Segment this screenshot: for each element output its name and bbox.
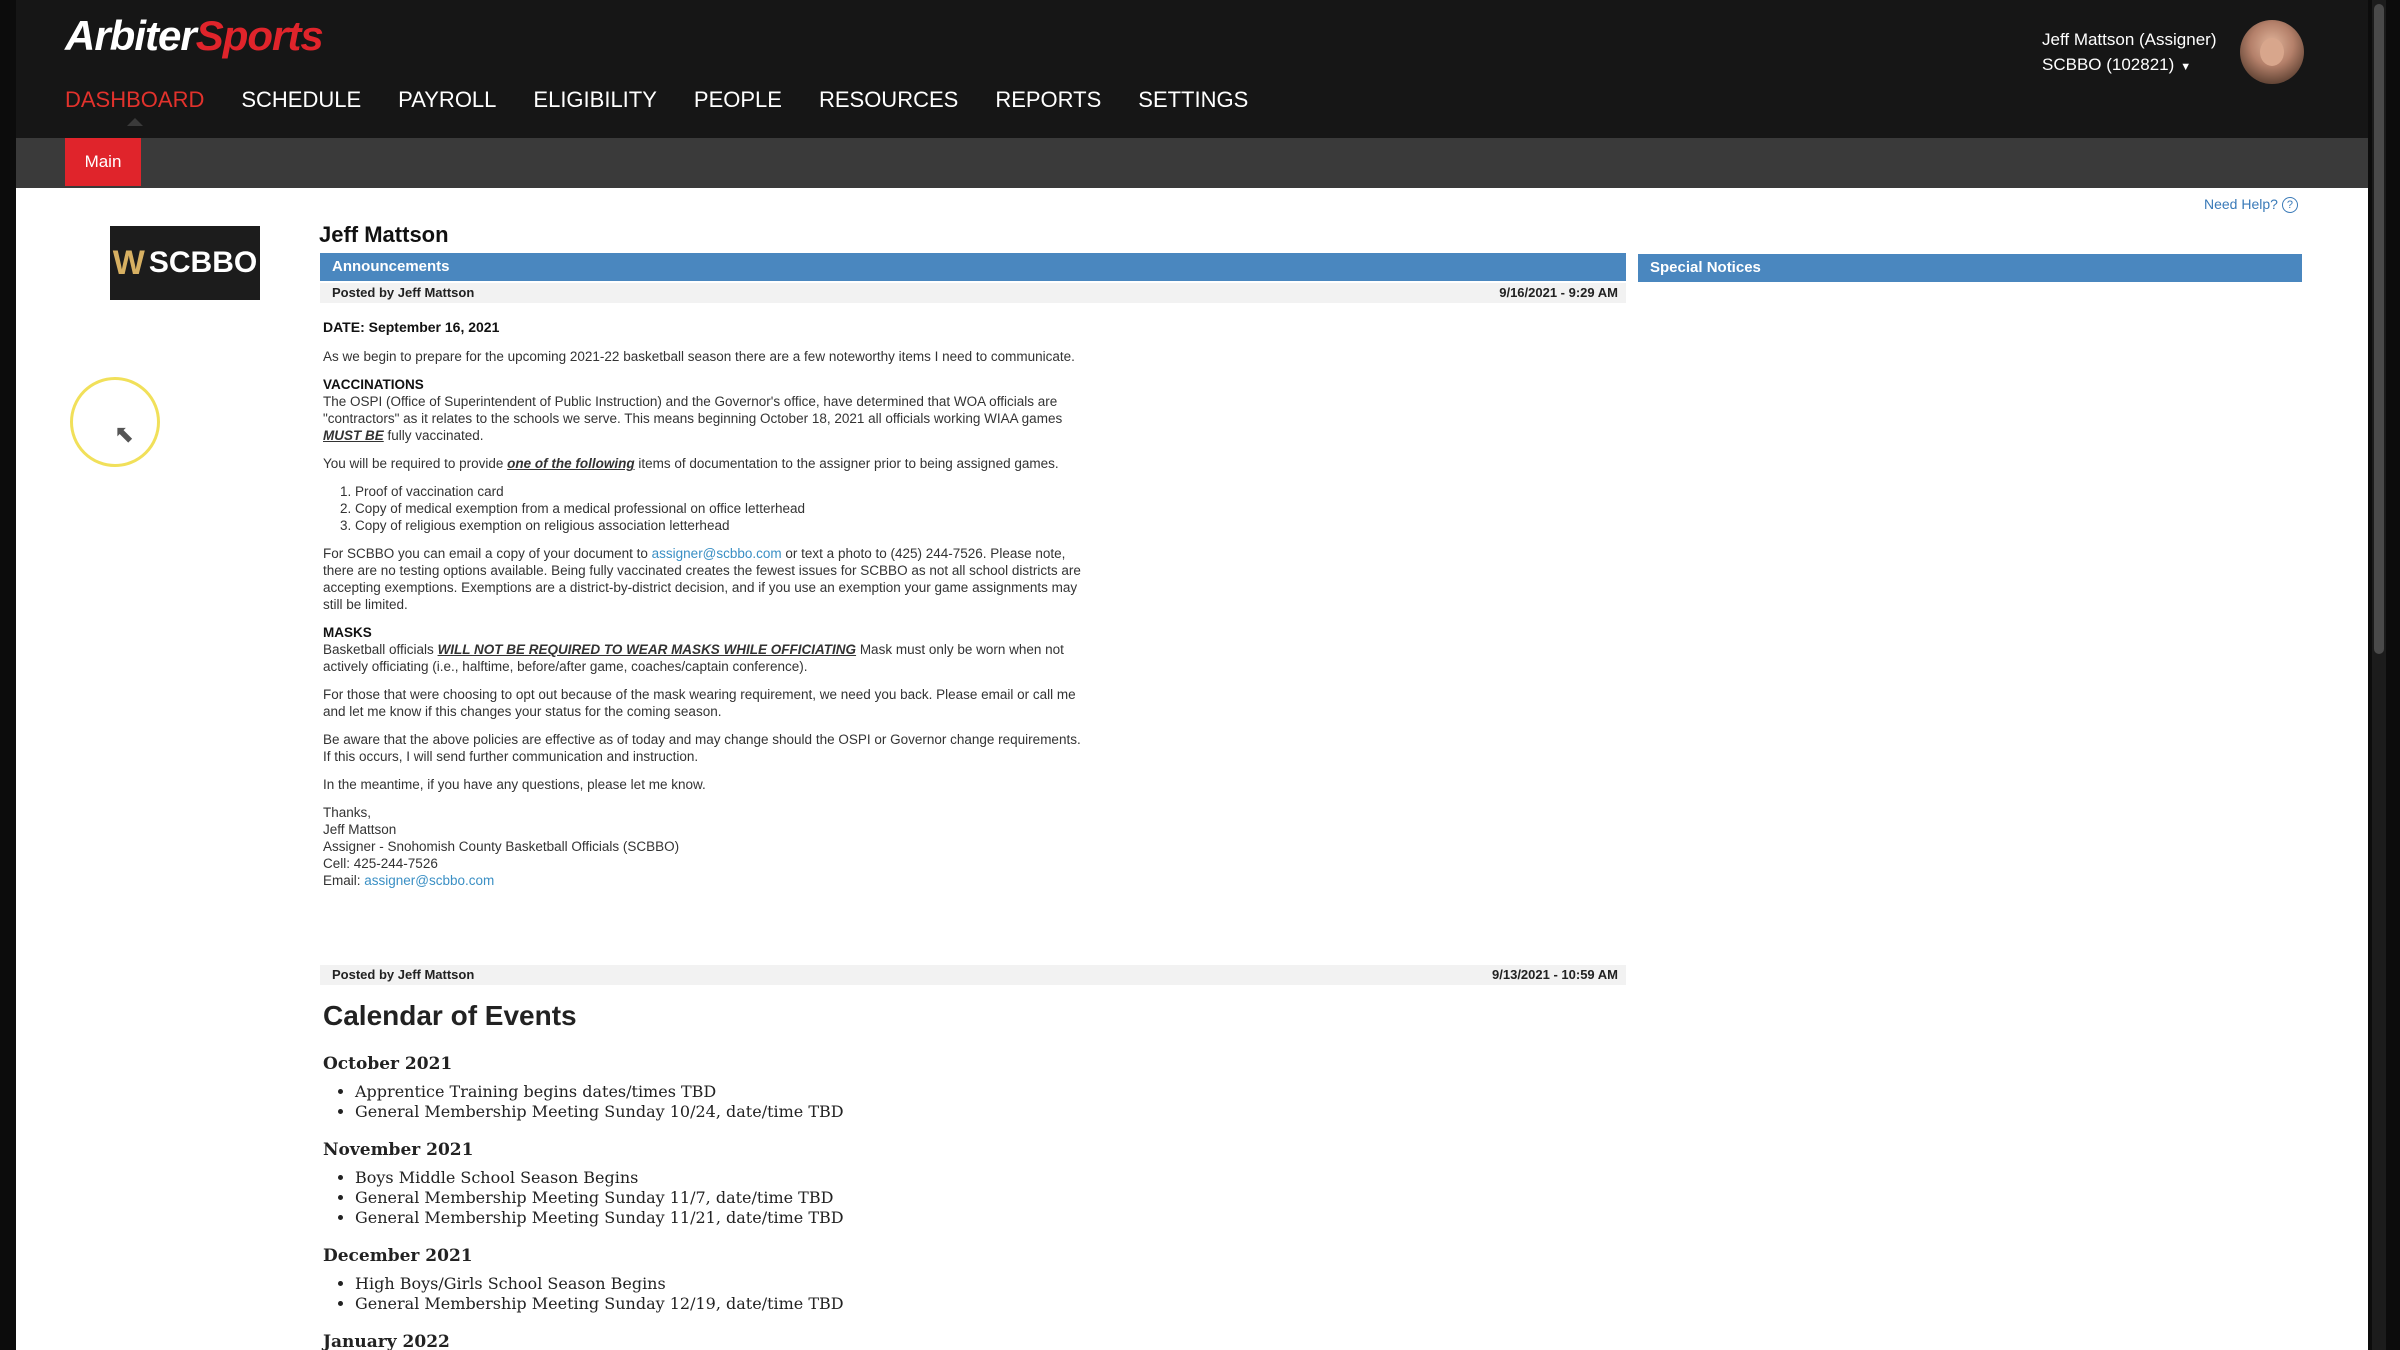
list-item: General Membership Meeting Sunday 11/7, … bbox=[355, 1188, 1523, 1208]
avatar-face bbox=[2260, 38, 2284, 66]
user-org: SCBBO (102821) bbox=[2042, 55, 2175, 74]
nav-reports[interactable]: REPORTS bbox=[995, 86, 1101, 126]
assigner-email-link[interactable]: assigner@scbbo.com bbox=[652, 546, 782, 561]
calendar-month: December 2021 bbox=[323, 1246, 473, 1266]
signature-email-link[interactable]: assigner@scbbo.com bbox=[364, 873, 494, 888]
vaccinations-heading: VACCINATIONS bbox=[323, 377, 424, 392]
need-help-link[interactable]: Need Help?? bbox=[2204, 196, 2298, 214]
nav-payroll[interactable]: PAYROLL bbox=[398, 86, 496, 126]
post-meta-bar: Posted by Jeff Mattson 9/16/2021 - 9:29 … bbox=[320, 283, 1626, 303]
documentation-list: Proof of vaccination card Copy of medica… bbox=[323, 483, 1085, 534]
list-item: Copy of religious exemption on religious… bbox=[355, 517, 1085, 534]
scrollbar-thumb[interactable] bbox=[2374, 4, 2384, 654]
calendar-of-events: Calendar of Events October 2021 Apprenti… bbox=[323, 1000, 1523, 1350]
announcement-body: DATE: September 16, 2021 As we begin to … bbox=[323, 319, 1085, 889]
vaccinations-text: The OSPI (Office of Superintendent of Pu… bbox=[323, 394, 1063, 443]
calendar-month: January 2022 bbox=[323, 1332, 450, 1350]
user-name: Jeff Mattson (Assigner) bbox=[2042, 30, 2217, 49]
list-item: General Membership Meeting Sunday 10/24,… bbox=[355, 1102, 1523, 1122]
list-item: General Membership Meeting Sunday 12/19,… bbox=[355, 1294, 1523, 1314]
post-date: 9/13/2021 - 10:59 AM bbox=[1492, 967, 1618, 982]
scbbo-logo: W SCBBO bbox=[110, 226, 260, 300]
nav-eligibility[interactable]: ELIGIBILITY bbox=[533, 86, 657, 126]
avatar[interactable] bbox=[2240, 20, 2304, 84]
main-nav: DASHBOARD SCHEDULE PAYROLL ELIGIBILITY P… bbox=[65, 86, 1285, 126]
question-icon: ? bbox=[2281, 197, 2298, 214]
list-item: General Membership Meeting Sunday 11/21,… bbox=[355, 1208, 1523, 1228]
documentation-text: You will be required to provide one of t… bbox=[323, 456, 1059, 471]
post-author: Posted by Jeff Mattson bbox=[332, 967, 475, 982]
post-author: Posted by Jeff Mattson bbox=[332, 285, 475, 300]
nav-people[interactable]: PEOPLE bbox=[694, 86, 782, 126]
nav-resources[interactable]: RESOURCES bbox=[819, 86, 958, 126]
nav-schedule[interactable]: SCHEDULE bbox=[241, 86, 361, 126]
list-item: Boys Middle School Season Begins bbox=[355, 1168, 1523, 1188]
meantime-text: In the meantime, if you have any questio… bbox=[323, 777, 706, 792]
special-notices-header: Special Notices bbox=[1638, 254, 2302, 282]
tab-main[interactable]: Main bbox=[65, 138, 141, 186]
sub-nav-bar: Main bbox=[16, 138, 2368, 188]
top-bar: ArbiterSports DASHBOARD SCHEDULE PAYROLL… bbox=[16, 0, 2368, 138]
app-window: ArbiterSports DASHBOARD SCHEDULE PAYROLL… bbox=[16, 0, 2368, 1350]
user-menu[interactable]: Jeff Mattson (Assigner) SCBBO (102821) ▼ bbox=[2042, 27, 2216, 80]
optout-text: For those that were choosing to opt out … bbox=[323, 687, 1076, 719]
signature: Thanks, Jeff Mattson Assigner - Snohomis… bbox=[323, 805, 680, 888]
calendar-title: Calendar of Events bbox=[323, 1000, 577, 1031]
post-meta-bar: Posted by Jeff Mattson 9/13/2021 - 10:59… bbox=[320, 965, 1626, 985]
calendar-list: Boys Middle School Season Begins General… bbox=[323, 1168, 1523, 1228]
page-title: Jeff Mattson bbox=[319, 222, 449, 247]
aware-text: Be aware that the above policies are eff… bbox=[323, 732, 1081, 764]
mouse-pointer-icon: ⬉ bbox=[114, 421, 135, 448]
whistle-logo-icon: W bbox=[112, 243, 145, 282]
announcements-header: Announcements bbox=[320, 253, 1626, 281]
arbitersports-logo[interactable]: ArbiterSports bbox=[65, 12, 324, 60]
list-item: Proof of vaccination card bbox=[355, 483, 1085, 500]
nav-dashboard[interactable]: DASHBOARD bbox=[65, 86, 204, 126]
caret-down-icon: ▼ bbox=[2180, 61, 2192, 73]
masks-heading: MASKS bbox=[323, 625, 372, 640]
list-item: Copy of medical exemption from a medical… bbox=[355, 500, 1085, 517]
calendar-list: Apprentice Training begins dates/times T… bbox=[323, 1082, 1523, 1122]
post-date: 9/16/2021 - 9:29 AM bbox=[1499, 285, 1618, 300]
nav-settings[interactable]: SETTINGS bbox=[1138, 86, 1248, 126]
email-instructions: For SCBBO you can email a copy of your d… bbox=[323, 546, 1081, 612]
user-org-dropdown[interactable]: SCBBO (102821) ▼ bbox=[2042, 52, 2216, 80]
dashboard-content: Need Help?? W SCBBO ⬉ Jeff Mattson Announ… bbox=[16, 188, 2368, 1350]
list-item: Apprentice Training begins dates/times T… bbox=[355, 1082, 1523, 1102]
post-date-line: DATE: September 16, 2021 bbox=[323, 319, 500, 335]
calendar-month: November 2021 bbox=[323, 1140, 474, 1160]
list-item: High Boys/Girls School Season Begins bbox=[355, 1274, 1523, 1294]
calendar-month: October 2021 bbox=[323, 1054, 453, 1074]
post-intro: As we begin to prepare for the upcoming … bbox=[323, 349, 1075, 364]
calendar-list: High Boys/Girls School Season Begins Gen… bbox=[323, 1274, 1523, 1314]
masks-text: Basketball officials WILL NOT BE REQUIRE… bbox=[323, 642, 1064, 674]
